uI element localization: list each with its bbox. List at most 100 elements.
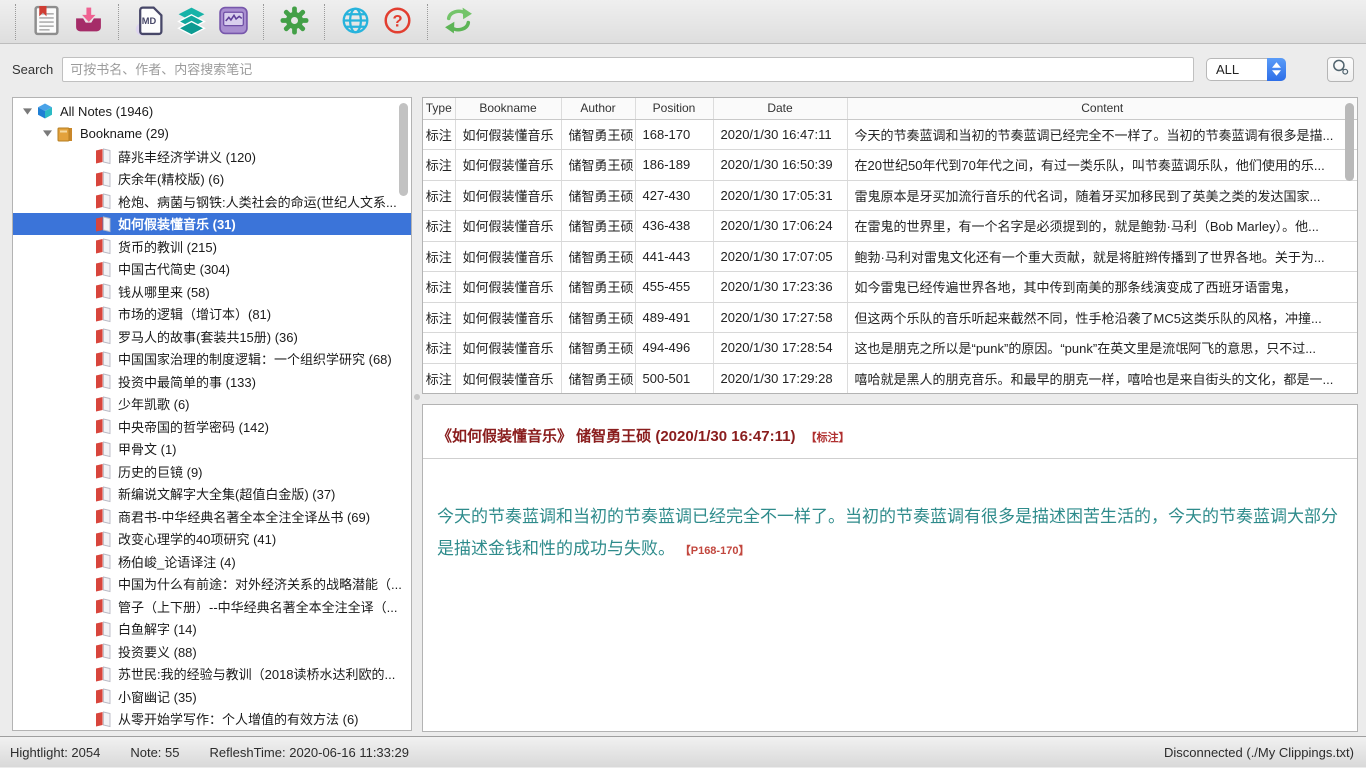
- book-icon: [94, 372, 112, 390]
- note-row[interactable]: 标注如何假装懂音乐储智勇王硕500-5012020/1/30 17:29:28嘻…: [423, 363, 1357, 394]
- disclosure-triangle-icon[interactable]: [39, 130, 56, 137]
- tree-item-book[interactable]: 新编说文解字大全集(超值白金版) (37): [13, 483, 411, 506]
- layers-button[interactable]: [173, 4, 209, 40]
- tree-item-book[interactable]: 中国国家治理的制度逻辑：一个组织学研究 (68): [13, 348, 411, 371]
- note-row[interactable]: 标注如何假装懂音乐储智勇王硕441-4432020/1/30 17:07:05鲍…: [423, 241, 1357, 272]
- notes-document-button[interactable]: [28, 4, 64, 40]
- website-button[interactable]: [337, 4, 373, 40]
- cell-content: 嘻哈就是黑人的朋克音乐。和最早的朋克一样，嘻哈也是来自街头的文化，都是一...: [847, 363, 1357, 394]
- filter-select-value: ALL: [1207, 62, 1267, 77]
- refresh-button[interactable]: [440, 4, 476, 40]
- tree-item-label: 从零开始学写作：个人增值的有效方法 (6): [118, 709, 359, 728]
- cell-content: 如今雷鬼已经传遍世界各地，其中传到南美的那条线演变成了西班牙语雷鬼，: [847, 272, 1357, 303]
- cell-bookname: 如何假装懂音乐: [455, 150, 561, 181]
- cell-date: 2020/1/30 17:05:31: [713, 180, 847, 211]
- cell-bookname: 如何假装懂音乐: [455, 119, 561, 150]
- tree-item-book[interactable]: 如何假装懂音乐 (31): [13, 213, 411, 236]
- sidebar-tree: All Notes (1946)Bookname (29)薛兆丰经济学讲义 (1…: [12, 97, 412, 731]
- notes-document-icon: [31, 5, 62, 39]
- cell-author: 储智勇王硕: [561, 150, 635, 181]
- tree-item-book[interactable]: 薛兆丰经济学讲义 (120): [13, 145, 411, 168]
- sidebar-scrollbar[interactable]: [399, 103, 408, 196]
- highlight-count: Hightlight: 2054: [10, 745, 100, 760]
- cell-content: 鲍勃·马利对雷鬼文化还有一个重大贡献，就是将脏辫传播到了世界各地。关于为...: [847, 241, 1357, 272]
- column-header-content[interactable]: Content: [847, 98, 1357, 119]
- disclosure-triangle-icon[interactable]: [19, 108, 36, 115]
- book-icon: [94, 620, 112, 638]
- column-header-author[interactable]: Author: [561, 98, 635, 119]
- tree-item-label: 少年凯歌 (6): [118, 394, 190, 413]
- note-row[interactable]: 标注如何假装懂音乐储智勇王硕489-4912020/1/30 17:27:58但…: [423, 302, 1357, 333]
- tree-item-book[interactable]: 白鱼解字 (14): [13, 618, 411, 641]
- tree-item-book[interactable]: 中央帝国的哲学密码 (142): [13, 415, 411, 438]
- cell-date: 2020/1/30 17:23:36: [713, 272, 847, 303]
- cell-type: 标注: [423, 363, 455, 394]
- search-button[interactable]: [1327, 57, 1354, 82]
- note-row[interactable]: 标注如何假装懂音乐储智勇王硕168-1702020/1/30 16:47:11今…: [423, 119, 1357, 150]
- tree-item-book[interactable]: 历史的巨镜 (9): [13, 460, 411, 483]
- tree-item-book[interactable]: 杨伯峻_论语译注 (4): [13, 550, 411, 573]
- book-icon: [94, 395, 112, 413]
- note-type-tag: 【标注】: [806, 432, 850, 444]
- export-markdown-button[interactable]: MD: [131, 4, 167, 40]
- tree-item-book[interactable]: 罗马人的故事(套装共15册) (36): [13, 325, 411, 348]
- tree-item-book[interactable]: 中国为什么有前途：对外经济关系的战略潜能（...: [13, 573, 411, 596]
- tree-item-book[interactable]: 小窗幽记 (35): [13, 685, 411, 708]
- tree-item-book[interactable]: 庆余年(精校版) (6): [13, 168, 411, 191]
- cell-type: 标注: [423, 241, 455, 272]
- tree-item-book[interactable]: 苏世民:我的经验与教训（2018读桥水达利欧的...: [13, 663, 411, 686]
- tree-item-label: 中央帝国的哲学密码 (142): [118, 417, 269, 436]
- note-row[interactable]: 标注如何假装懂音乐储智勇王硕455-4552020/1/30 17:23:36如…: [423, 272, 1357, 303]
- book-icon: [94, 575, 112, 593]
- import-download-icon: [73, 5, 104, 39]
- note-row[interactable]: 标注如何假装懂音乐储智勇王硕436-4382020/1/30 17:06:24在…: [423, 211, 1357, 242]
- table-header-row: TypeBooknameAuthorPositionDateContent: [423, 98, 1357, 119]
- tree-item-book[interactable]: 枪炮、病菌与钢铁:人类社会的命运(世纪人文系...: [13, 190, 411, 213]
- tree-item-label: 改变心理学的40项研究 (41): [118, 529, 276, 548]
- book-icon: [94, 305, 112, 323]
- tree-item-book[interactable]: 少年凯歌 (6): [13, 393, 411, 416]
- tree-item-label: 白鱼解字 (14): [118, 619, 197, 638]
- main-area: All Notes (1946)Bookname (29)薛兆丰经济学讲义 (1…: [0, 94, 1366, 736]
- column-header-type[interactable]: Type: [423, 98, 455, 119]
- tree-item-book[interactable]: 管子（上下册）--中华经典名著全本全注全译（...: [13, 595, 411, 618]
- cell-bookname: 如何假装懂音乐: [455, 272, 561, 303]
- tree-item-book[interactable]: 商君书-中华经典名著全本全注全译丛书 (69): [13, 505, 411, 528]
- search-input[interactable]: [62, 57, 1194, 82]
- cell-date: 2020/1/30 17:29:28: [713, 363, 847, 394]
- splitter-handle[interactable]: [414, 394, 420, 400]
- settings-button[interactable]: [276, 4, 312, 40]
- column-header-position[interactable]: Position: [635, 98, 713, 119]
- tree-item-book[interactable]: 市场的逻辑（增订本）(81): [13, 303, 411, 326]
- note-row[interactable]: 标注如何假装懂音乐储智勇王硕427-4302020/1/30 17:05:31雷…: [423, 180, 1357, 211]
- question-mark-icon: ?: [382, 5, 413, 39]
- table-scrollbar[interactable]: [1345, 103, 1354, 181]
- tree-item-book[interactable]: 投资要义 (88): [13, 640, 411, 663]
- book-icon: [94, 237, 112, 255]
- note-row[interactable]: 标注如何假装懂音乐储智勇王硕494-4962020/1/30 17:28:54这…: [423, 333, 1357, 364]
- tree-item-book[interactable]: 钱从哪里来 (58): [13, 280, 411, 303]
- tree-item-book[interactable]: 从零开始学写作：个人增值的有效方法 (6): [13, 708, 411, 731]
- note-row[interactable]: 标注如何假装懂音乐储智勇王硕186-1892020/1/30 16:50:39在…: [423, 150, 1357, 181]
- filter-select[interactable]: ALL: [1206, 58, 1286, 81]
- cell-content: 今天的节奏蓝调和当初的节奏蓝调已经完全不一样了。当初的节奏蓝调有很多是描...: [847, 119, 1357, 150]
- tree-item-all-notes[interactable]: All Notes (1946): [13, 100, 411, 123]
- tree-item-book[interactable]: 改变心理学的40项研究 (41): [13, 528, 411, 551]
- tree-item-bookname[interactable]: Bookname (29): [13, 123, 411, 146]
- tree-item-label: 苏世民:我的经验与教训（2018读桥水达利欧的...: [118, 664, 395, 683]
- tree-item-book[interactable]: 中国古代简史 (304): [13, 258, 411, 281]
- tree-item-label: 甲骨文 (1): [118, 439, 177, 458]
- refresh-time: RefleshTime: 2020-06-16 11:33:29: [210, 745, 409, 760]
- book-icon: [94, 215, 112, 233]
- tree-item-book[interactable]: 甲骨文 (1): [13, 438, 411, 461]
- cell-author: 储智勇王硕: [561, 333, 635, 364]
- tree-item-book[interactable]: 投资中最简单的事 (133): [13, 370, 411, 393]
- cell-date: 2020/1/30 17:06:24: [713, 211, 847, 242]
- column-header-bookname[interactable]: Bookname: [455, 98, 561, 119]
- help-button[interactable]: ?: [379, 4, 415, 40]
- import-clippings-button[interactable]: [70, 4, 106, 40]
- column-header-date[interactable]: Date: [713, 98, 847, 119]
- detail-body: 今天的节奏蓝调和当初的节奏蓝调已经完全不一样了。当初的节奏蓝调有很多是描述困苦生…: [437, 501, 1343, 567]
- statistics-button[interactable]: [215, 4, 251, 40]
- tree-item-book[interactable]: 货币的教训 (215): [13, 235, 411, 258]
